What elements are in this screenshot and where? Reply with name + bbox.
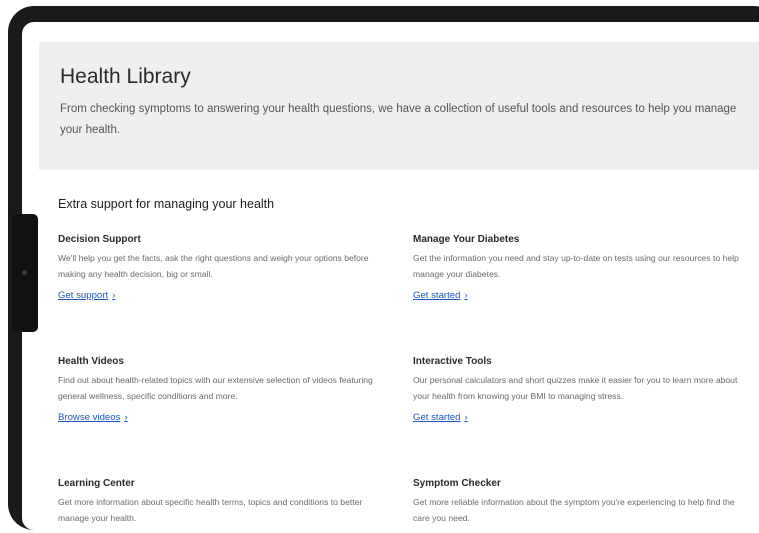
link-label: Get support [58, 290, 109, 301]
card-description: Our personal calculators and short quizz… [413, 375, 738, 401]
card-title: Manage Your Diabetes [413, 234, 520, 245]
card-decision-support: Decision Support We'll help you get the … [58, 234, 388, 303]
card-learning-center: Learning Center Get more information abo… [58, 478, 388, 526]
card-title: Interactive Tools [413, 356, 492, 367]
card-title: Symptom Checker [413, 478, 501, 489]
device-side-button [12, 214, 38, 332]
card-description: Get more information about specific heal… [58, 497, 363, 523]
page-description: From checking symptoms to answering your… [60, 103, 737, 136]
chevron-right-icon: › [112, 290, 116, 301]
hero-banner: Health Library From checking symptoms to… [39, 42, 759, 170]
get-support-link[interactable]: Get support › [58, 290, 115, 301]
chevron-right-icon: › [464, 290, 468, 301]
card-description: Find out about health-related topics wit… [58, 375, 373, 401]
card-description: Get the information you need and stay up… [413, 253, 739, 279]
tablet-screen: Health Library From checking symptoms to… [22, 22, 759, 530]
camera-dot [22, 270, 27, 275]
card-health-videos: Health Videos Find out about health-rela… [58, 356, 388, 425]
link-label: Get started [413, 290, 461, 301]
card-description: We'll help you get the facts, ask the ri… [58, 253, 369, 279]
tablet-frame: Health Library From checking symptoms to… [8, 6, 759, 530]
card-symptom-checker: Symptom Checker Get more reliable inform… [413, 478, 743, 526]
section-heading: Extra support for managing your health [58, 197, 275, 211]
card-title: Health Videos [58, 356, 124, 367]
card-manage-diabetes: Manage Your Diabetes Get the information… [413, 234, 743, 303]
chevron-right-icon: › [464, 412, 468, 423]
link-label: Browse videos [58, 412, 121, 423]
card-description: Get more reliable information about the … [413, 497, 735, 523]
link-label: Get started [413, 412, 461, 423]
page-title: Health Library [60, 65, 191, 88]
card-title: Decision Support [58, 234, 141, 245]
browse-videos-link[interactable]: Browse videos › [58, 412, 128, 423]
diabetes-get-started-link[interactable]: Get started › [413, 290, 468, 301]
tools-get-started-link[interactable]: Get started › [413, 412, 468, 423]
chevron-right-icon: › [124, 412, 128, 423]
card-title: Learning Center [58, 478, 135, 489]
card-interactive-tools: Interactive Tools Our personal calculato… [413, 356, 743, 425]
